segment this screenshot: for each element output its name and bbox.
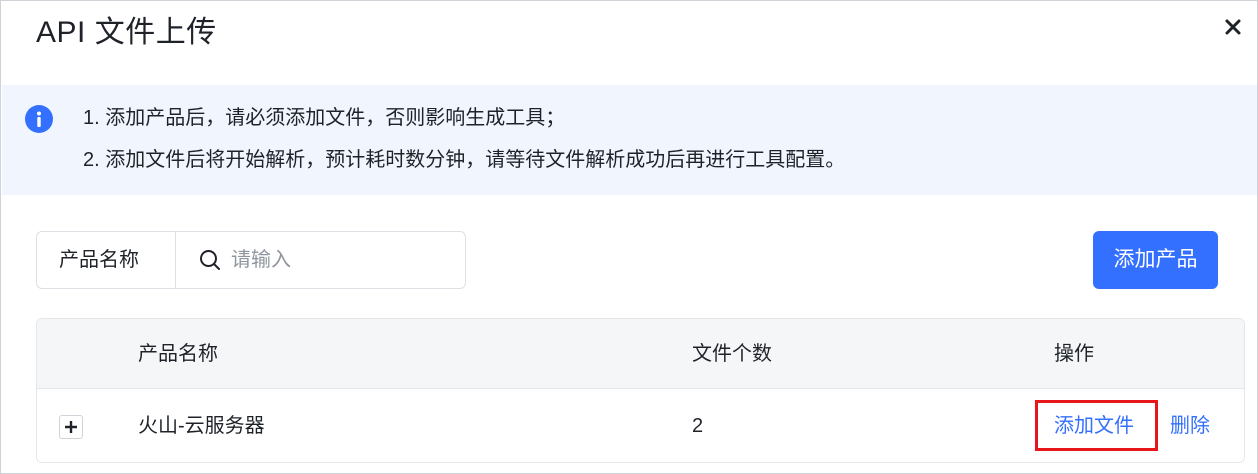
delete-link[interactable]: 删除 bbox=[1170, 389, 1210, 462]
table-header: 产品名称 文件个数 操作 bbox=[37, 319, 1244, 389]
close-icon[interactable] bbox=[1221, 15, 1245, 39]
column-header-product-name: 产品名称 bbox=[138, 343, 218, 365]
filter-label: 产品名称 bbox=[37, 232, 176, 288]
column-header-file-count: 文件个数 bbox=[692, 343, 772, 365]
search-icon bbox=[199, 249, 221, 271]
search-input[interactable] bbox=[231, 244, 451, 276]
add-file-link[interactable]: 添加文件 bbox=[1054, 389, 1134, 462]
notice-banner bbox=[2, 85, 1257, 195]
notice-line-1: 1. 添加产品后，请必须添加文件，否则影响生成工具； bbox=[83, 107, 566, 129]
product-name-cell: 火山-云服务器 bbox=[138, 415, 265, 437]
column-header-actions: 操作 bbox=[1054, 343, 1094, 365]
dialog-header: API 文件上传 bbox=[1, 1, 1257, 83]
info-icon bbox=[25, 105, 53, 133]
table-row: 火山-云服务器 2 添加文件 删除 bbox=[37, 389, 1244, 462]
product-table: 产品名称 文件个数 操作 火山-云服务器 2 添加文件 删除 bbox=[36, 318, 1245, 463]
add-product-button[interactable]: 添加产品 bbox=[1093, 231, 1218, 289]
plus-icon bbox=[65, 421, 77, 433]
search-field[interactable] bbox=[177, 232, 465, 288]
file-count-cell: 2 bbox=[692, 415, 704, 437]
expand-row-button[interactable] bbox=[59, 415, 83, 439]
product-name-filter: 产品名称 bbox=[36, 231, 466, 289]
api-file-upload-dialog: API 文件上传 1. 添加产品后，请必须添加文件，否则影响生成工具； 2. 添… bbox=[0, 0, 1258, 474]
dialog-title: API 文件上传 bbox=[36, 16, 217, 49]
notice-line-2: 2. 添加文件后将开始解析，预计耗时数分钟，请等待文件解析成功后再进行工具配置。 bbox=[83, 149, 846, 171]
